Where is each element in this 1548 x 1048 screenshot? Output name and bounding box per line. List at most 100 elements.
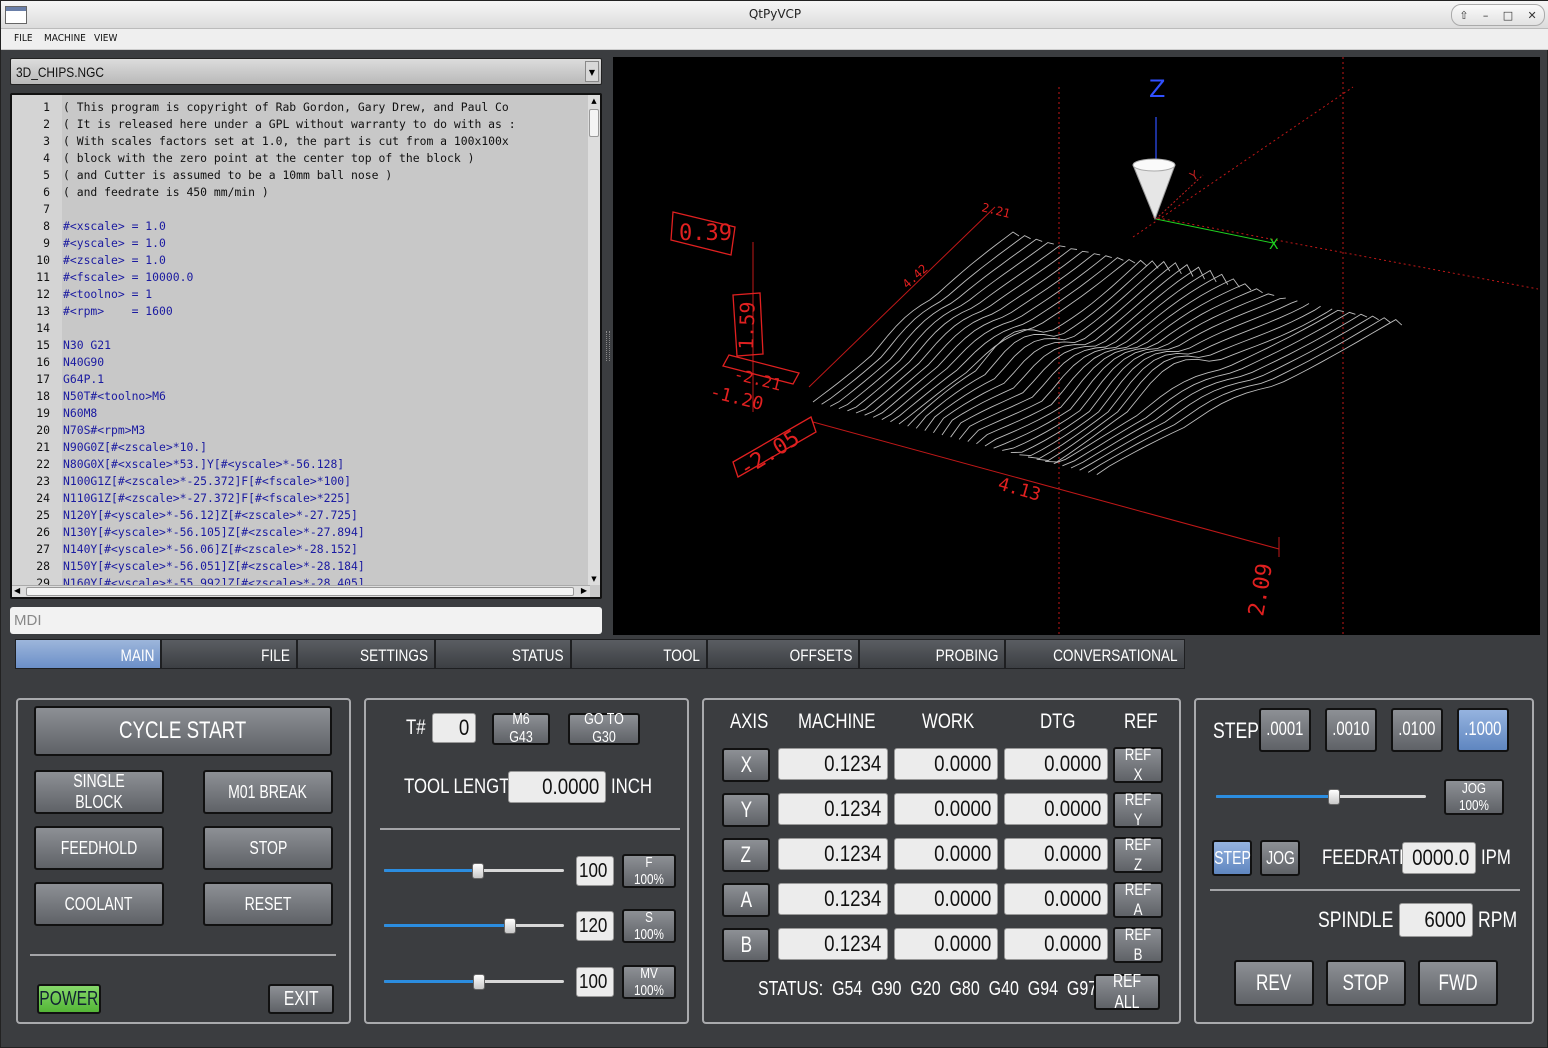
dim-y-max: 2.21 [980, 200, 1011, 221]
close-icon[interactable]: ✕ [1528, 9, 1537, 22]
tool-length-field[interactable]: 0.0000 [508, 771, 606, 803]
coolant-button[interactable]: COOLANT [34, 882, 164, 926]
max-velocity-override-reset-button[interactable]: MV 100% [622, 965, 676, 999]
tab-file[interactable]: FILE [161, 639, 297, 669]
code-text: N100G1Z[#<zscale>*-25.372]F[#<fscale>*10… [63, 474, 352, 488]
ref-all-button[interactable]: REF ALL [1094, 971, 1160, 1012]
axis-x-button[interactable]: X [722, 748, 770, 782]
code-line: 21 N90G0Z[#<zscale>*10.] [12, 439, 207, 456]
machine-x-value: 0.1234 [778, 748, 888, 780]
menu-file[interactable]: FILE [14, 33, 33, 44]
axis-a-button[interactable]: A [722, 883, 770, 917]
feedhold-button[interactable]: FEEDHOLD [34, 826, 164, 870]
stop-button[interactable]: STOP [203, 826, 333, 870]
horizontal-scroll-thumb[interactable] [26, 587, 574, 596]
toolpath-pass [907, 259, 1147, 427]
maximize-icon[interactable]: □ [1503, 9, 1513, 22]
file-selector[interactable]: 3D_CHIPS.NGC ▼ [10, 58, 602, 85]
jog-rate-reset-button[interactable]: JOG 100% [1444, 779, 1504, 815]
code-line: 24 N110G1Z[#<zscale>*-27.372]F[#<fscale>*… [12, 490, 351, 507]
menu-view[interactable]: VIEW [94, 33, 117, 44]
ref-y-button[interactable]: REF Y [1113, 790, 1163, 829]
dim-z-height: 1.59 [734, 301, 760, 350]
spindle-stop-button[interactable]: STOP [1326, 960, 1406, 1006]
tab-probing[interactable]: PROBING [859, 639, 1005, 669]
step-1000-button[interactable]: .1000 [1457, 708, 1509, 752]
axis-b-button[interactable]: B [722, 928, 770, 962]
spindle-fwd-button[interactable]: FWD [1418, 960, 1498, 1006]
slider-handle[interactable] [471, 863, 484, 879]
spindle-override-reset-button[interactable]: S 100% [622, 909, 676, 943]
step-0001-button[interactable]: .0001 [1259, 708, 1311, 752]
tab-tool[interactable]: TOOL [571, 639, 707, 669]
ref-x-button[interactable]: REF X [1113, 745, 1163, 784]
scroll-right-icon[interactable]: ▶ [581, 586, 587, 595]
jog-mode-button[interactable]: JOG [1260, 840, 1300, 876]
x-axis-label: X [1269, 237, 1279, 253]
max-velocity-override-slider[interactable] [384, 974, 564, 990]
reset-button[interactable]: RESET [203, 882, 333, 926]
mdi-input[interactable]: MDI [10, 607, 602, 634]
toolpath-pass [941, 264, 1194, 436]
tab-settings[interactable]: SETTINGS [297, 639, 435, 669]
keep-above-icon[interactable]: ⇧ [1459, 9, 1468, 22]
window-title: QtPyVCP [748, 7, 802, 21]
code-line: 3 ( With scales factors set at 1.0, the p… [12, 133, 509, 150]
step-0100-button[interactable]: .0100 [1391, 708, 1443, 752]
tab-offsets[interactable]: OFFSETS [707, 639, 859, 669]
code-text: G64P.1 [63, 372, 105, 386]
vertical-scrollbar[interactable]: ▲ ▼ [588, 95, 600, 585]
step-mode-button[interactable]: STEP [1212, 840, 1252, 876]
m6-g43-button[interactable]: M6 G43 [492, 711, 550, 746]
slider-handle[interactable] [504, 918, 516, 934]
ref-z-button[interactable]: REF Z [1113, 835, 1163, 874]
tab-main[interactable]: MAIN [15, 639, 161, 669]
ref-a-button[interactable]: REF A [1113, 880, 1163, 919]
toolpath-pass [1053, 309, 1344, 465]
dim-x-len: 4.13 [996, 474, 1043, 506]
minimize-icon[interactable]: – [1483, 9, 1489, 22]
scroll-left-icon[interactable]: ◀ [14, 586, 20, 595]
line-number: 28 [36, 559, 50, 573]
feed-override-slider[interactable] [384, 863, 564, 879]
spindle-speed-field[interactable]: 6000 [1399, 903, 1473, 937]
code-line: 6 ( and feedrate is 450 mm/min ) [12, 184, 269, 201]
splitter-handle[interactable] [606, 331, 610, 361]
menu-machine[interactable]: MACHINE [44, 33, 86, 44]
tool-cone-top [1132, 158, 1176, 172]
toolpath-pass [1087, 317, 1391, 473]
tool-number-field[interactable]: 0 [432, 713, 476, 743]
go-to-g30-button[interactable]: GO TO G30 [568, 711, 640, 746]
backplot-viewer[interactable]: 0.39 1.59 -2.21 -1.20 -2.05 4.13 4.42 2.… [613, 57, 1540, 635]
slider-handle[interactable] [473, 974, 486, 990]
single-block-button[interactable]: SINGLE BLOCK [34, 770, 164, 814]
axis-z-button[interactable]: Z [722, 838, 770, 872]
jog-speed-slider[interactable] [1216, 789, 1426, 805]
ref-b-button[interactable]: REF B [1113, 925, 1163, 964]
machine-a-value: 0.1234 [778, 883, 888, 915]
step-0010-button[interactable]: .0010 [1325, 708, 1377, 752]
line-number: 7 [43, 202, 50, 216]
feed-override-reset-button[interactable]: F 100% [622, 854, 676, 888]
chevron-down-icon[interactable]: ▼ [585, 61, 599, 82]
code-text: #<fscale> = 10000.0 [63, 270, 194, 284]
cycle-start-button[interactable]: CYCLE START [34, 706, 332, 756]
vertical-scroll-thumb[interactable] [589, 109, 599, 137]
file-selector-value: 3D_CHIPS.NGC [16, 64, 104, 80]
m01-break-button[interactable]: M01 BREAK [203, 770, 333, 814]
horizontal-scrollbar[interactable]: ◀ ▶ [12, 585, 590, 597]
line-number: 1 [43, 100, 50, 114]
spindle-override-slider[interactable] [384, 918, 564, 934]
scroll-down-icon[interactable]: ▼ [589, 575, 599, 583]
divider [380, 828, 680, 830]
spindle-rev-button[interactable]: REV [1234, 960, 1314, 1006]
tab-conversational[interactable]: CONVERSATIONAL [1005, 639, 1185, 669]
scroll-up-icon[interactable]: ▲ [589, 97, 599, 105]
exit-button[interactable]: EXIT [268, 984, 334, 1014]
power-button[interactable]: POWER [37, 984, 101, 1014]
slider-handle[interactable] [1327, 789, 1340, 805]
tab-status[interactable]: STATUS [435, 639, 571, 669]
gcode-editor[interactable]: 1 ( This program is copyright of Rab Gord… [10, 93, 602, 599]
axis-y-button[interactable]: Y [722, 793, 770, 827]
feedrate-field[interactable]: 0000.0 [1402, 842, 1476, 874]
